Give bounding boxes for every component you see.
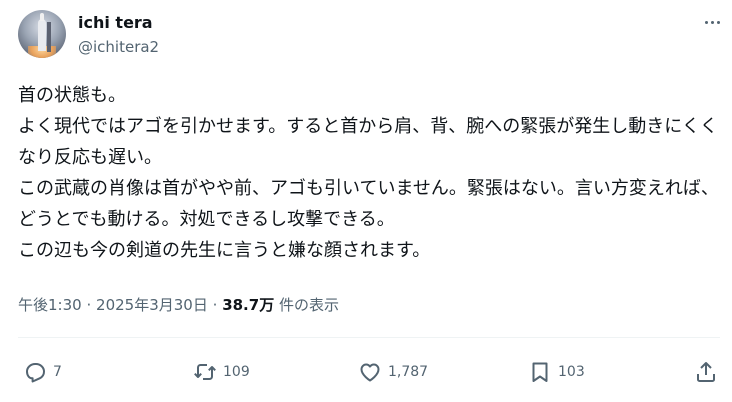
author-handle[interactable]: @ichitera2 [78,37,159,57]
tweet-time[interactable]: 午後1:30 [18,296,82,314]
tweet-header: ichi tera @ichitera2 [18,10,732,62]
reply-icon [26,363,45,383]
more-button[interactable] [702,12,722,32]
more-icon-dot [716,20,720,24]
retweet-button[interactable]: 109 [193,358,250,386]
author-names: ichi tera @ichitera2 [78,13,159,62]
like-count: 1,787 [388,364,429,380]
bookmark-icon [532,362,548,382]
more-icon [704,20,708,24]
views-count[interactable]: 38.7万 [222,296,274,314]
action-bar: 7 109 1,787 103 [0,358,732,386]
retweet-icon [194,364,216,380]
divider [18,337,720,338]
meta-separator: · [86,296,92,314]
avatar[interactable] [18,10,66,58]
tweet-date[interactable]: 2025年3月30日 [96,296,208,314]
like-button[interactable]: 1,787 [358,358,428,386]
tweet: ichi tera @ichitera2 首の状態も。 よく現代ではアゴを引かせ… [0,0,732,402]
bookmark-button[interactable]: 103 [528,358,585,386]
more-icon-dot [710,20,714,24]
share-icon [697,362,715,382]
avatar-tower [47,22,51,52]
views-label: 件の表示 [278,296,339,314]
reply-count: 7 [53,364,62,380]
meta-separator: · [212,296,218,314]
share-button[interactable] [694,358,718,386]
avatar-rocket-tip [40,13,44,21]
heart-icon [360,363,380,382]
reply-button[interactable]: 7 [23,358,62,386]
tweet-meta: 午後1:30 · 2025年3月30日 · 38.7万 件の表示 [18,294,339,316]
tweet-text: 首の状態も。 よく現代ではアゴを引かせます。すると首から肩、背、腕への緊張が発生… [18,85,719,261]
retweet-count: 109 [223,364,250,380]
bookmark-count: 103 [558,364,585,380]
avatar-rocket [38,19,46,51]
author-display-name[interactable]: ichi tera [78,13,159,33]
